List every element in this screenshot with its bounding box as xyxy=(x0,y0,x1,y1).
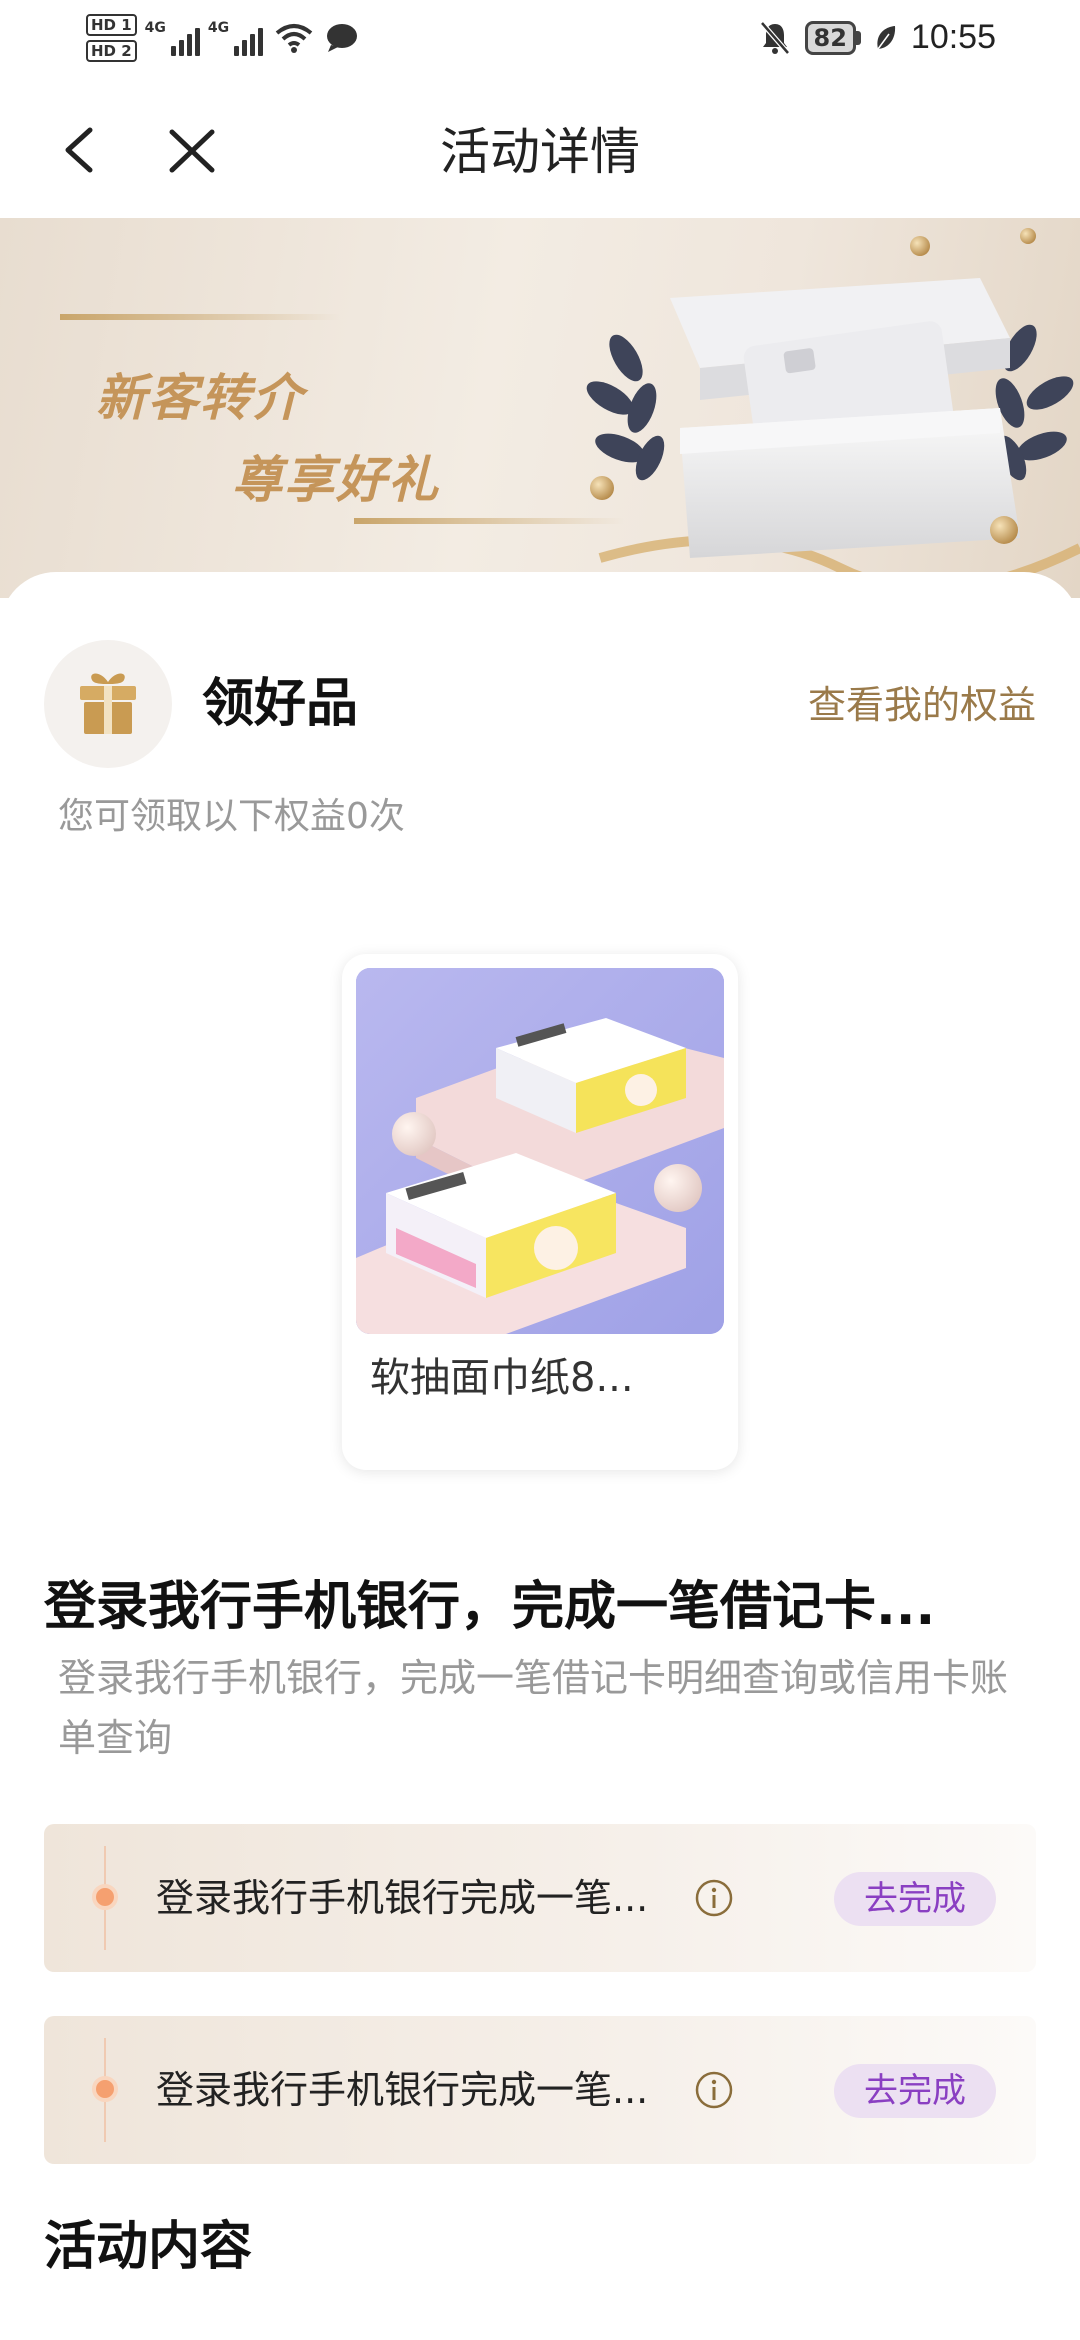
status-bar: HD 1 HD 2 4G 4G 82 10:55 xyxy=(0,0,1080,84)
signal-2-icon: 4G xyxy=(207,20,264,56)
sim1-badge: HD 1 xyxy=(86,14,137,36)
task-item-text: 登录我行手机银行完成一笔... xyxy=(156,2068,649,2112)
battery-indicator: 82 xyxy=(804,20,861,55)
nav-bar: 活动详情 xyxy=(0,84,1080,218)
content-sheet: 领好品 查看我的权益 您可领取以下权益0次 软抽面巾纸8... 登录我行手机银行… xyxy=(0,572,1080,2340)
timeline-dot xyxy=(92,2076,118,2102)
page-title: 活动详情 xyxy=(440,123,640,181)
leaf-icon xyxy=(877,25,896,49)
banner-decor-line xyxy=(60,314,340,320)
activity-content-title: 活动内容 xyxy=(44,2217,253,2277)
signal-1-icon: 4G xyxy=(145,20,200,56)
task-item: 登录我行手机银行完成一笔... 去完成 xyxy=(44,1824,1036,1972)
view-my-rights-link[interactable]: 查看我的权益 xyxy=(808,680,1036,730)
product-card[interactable]: 软抽面巾纸8... xyxy=(342,954,738,1470)
network-type-2: 4G xyxy=(207,20,230,36)
clock: 10:55 xyxy=(910,18,996,56)
chat-icon xyxy=(327,24,358,52)
task-heading: 登录我行手机银行，完成一笔借记卡... xyxy=(44,1577,936,1637)
info-icon[interactable] xyxy=(694,1878,734,1918)
timeline-dot xyxy=(92,1884,118,1910)
wifi-icon xyxy=(275,24,313,53)
rewards-remaining-text: 您可领取以下权益0次 xyxy=(58,796,405,837)
mute-bell-icon xyxy=(759,20,790,55)
go-complete-button[interactable]: 去完成 xyxy=(834,1872,996,1926)
task-item: 登录我行手机银行完成一笔... 去完成 xyxy=(44,2016,1036,2164)
banner-headline-2: 尊享好礼 xyxy=(232,451,440,509)
task-description: 登录我行手机银行，完成一笔借记卡明细查询或信用卡账单查询 xyxy=(58,1656,1009,1760)
go-complete-button[interactable]: 去完成 xyxy=(834,2064,996,2118)
sim-indicators: HD 1 HD 2 xyxy=(86,14,137,62)
product-name: 软抽面巾纸8... xyxy=(370,1355,634,1401)
promo-banner[interactable]: 新客转介 尊享好礼 xyxy=(0,218,1080,598)
sim2-badge: HD 2 xyxy=(86,40,137,62)
gift-icon xyxy=(80,673,136,734)
gift-box-illustration xyxy=(586,228,1080,594)
banner-headline-1: 新客转介 xyxy=(96,369,304,427)
status-right: 82 10:55 xyxy=(759,18,996,57)
info-icon[interactable] xyxy=(694,2070,734,2110)
battery-level: 82 xyxy=(804,20,856,55)
gift-avatar xyxy=(44,640,172,768)
status-left: HD 1 HD 2 4G 4G xyxy=(86,14,359,62)
product-image xyxy=(356,968,724,1334)
rewards-title: 领好品 xyxy=(202,674,359,734)
network-type-1: 4G xyxy=(144,20,166,36)
task-item-text: 登录我行手机银行完成一笔... xyxy=(156,1876,649,1920)
